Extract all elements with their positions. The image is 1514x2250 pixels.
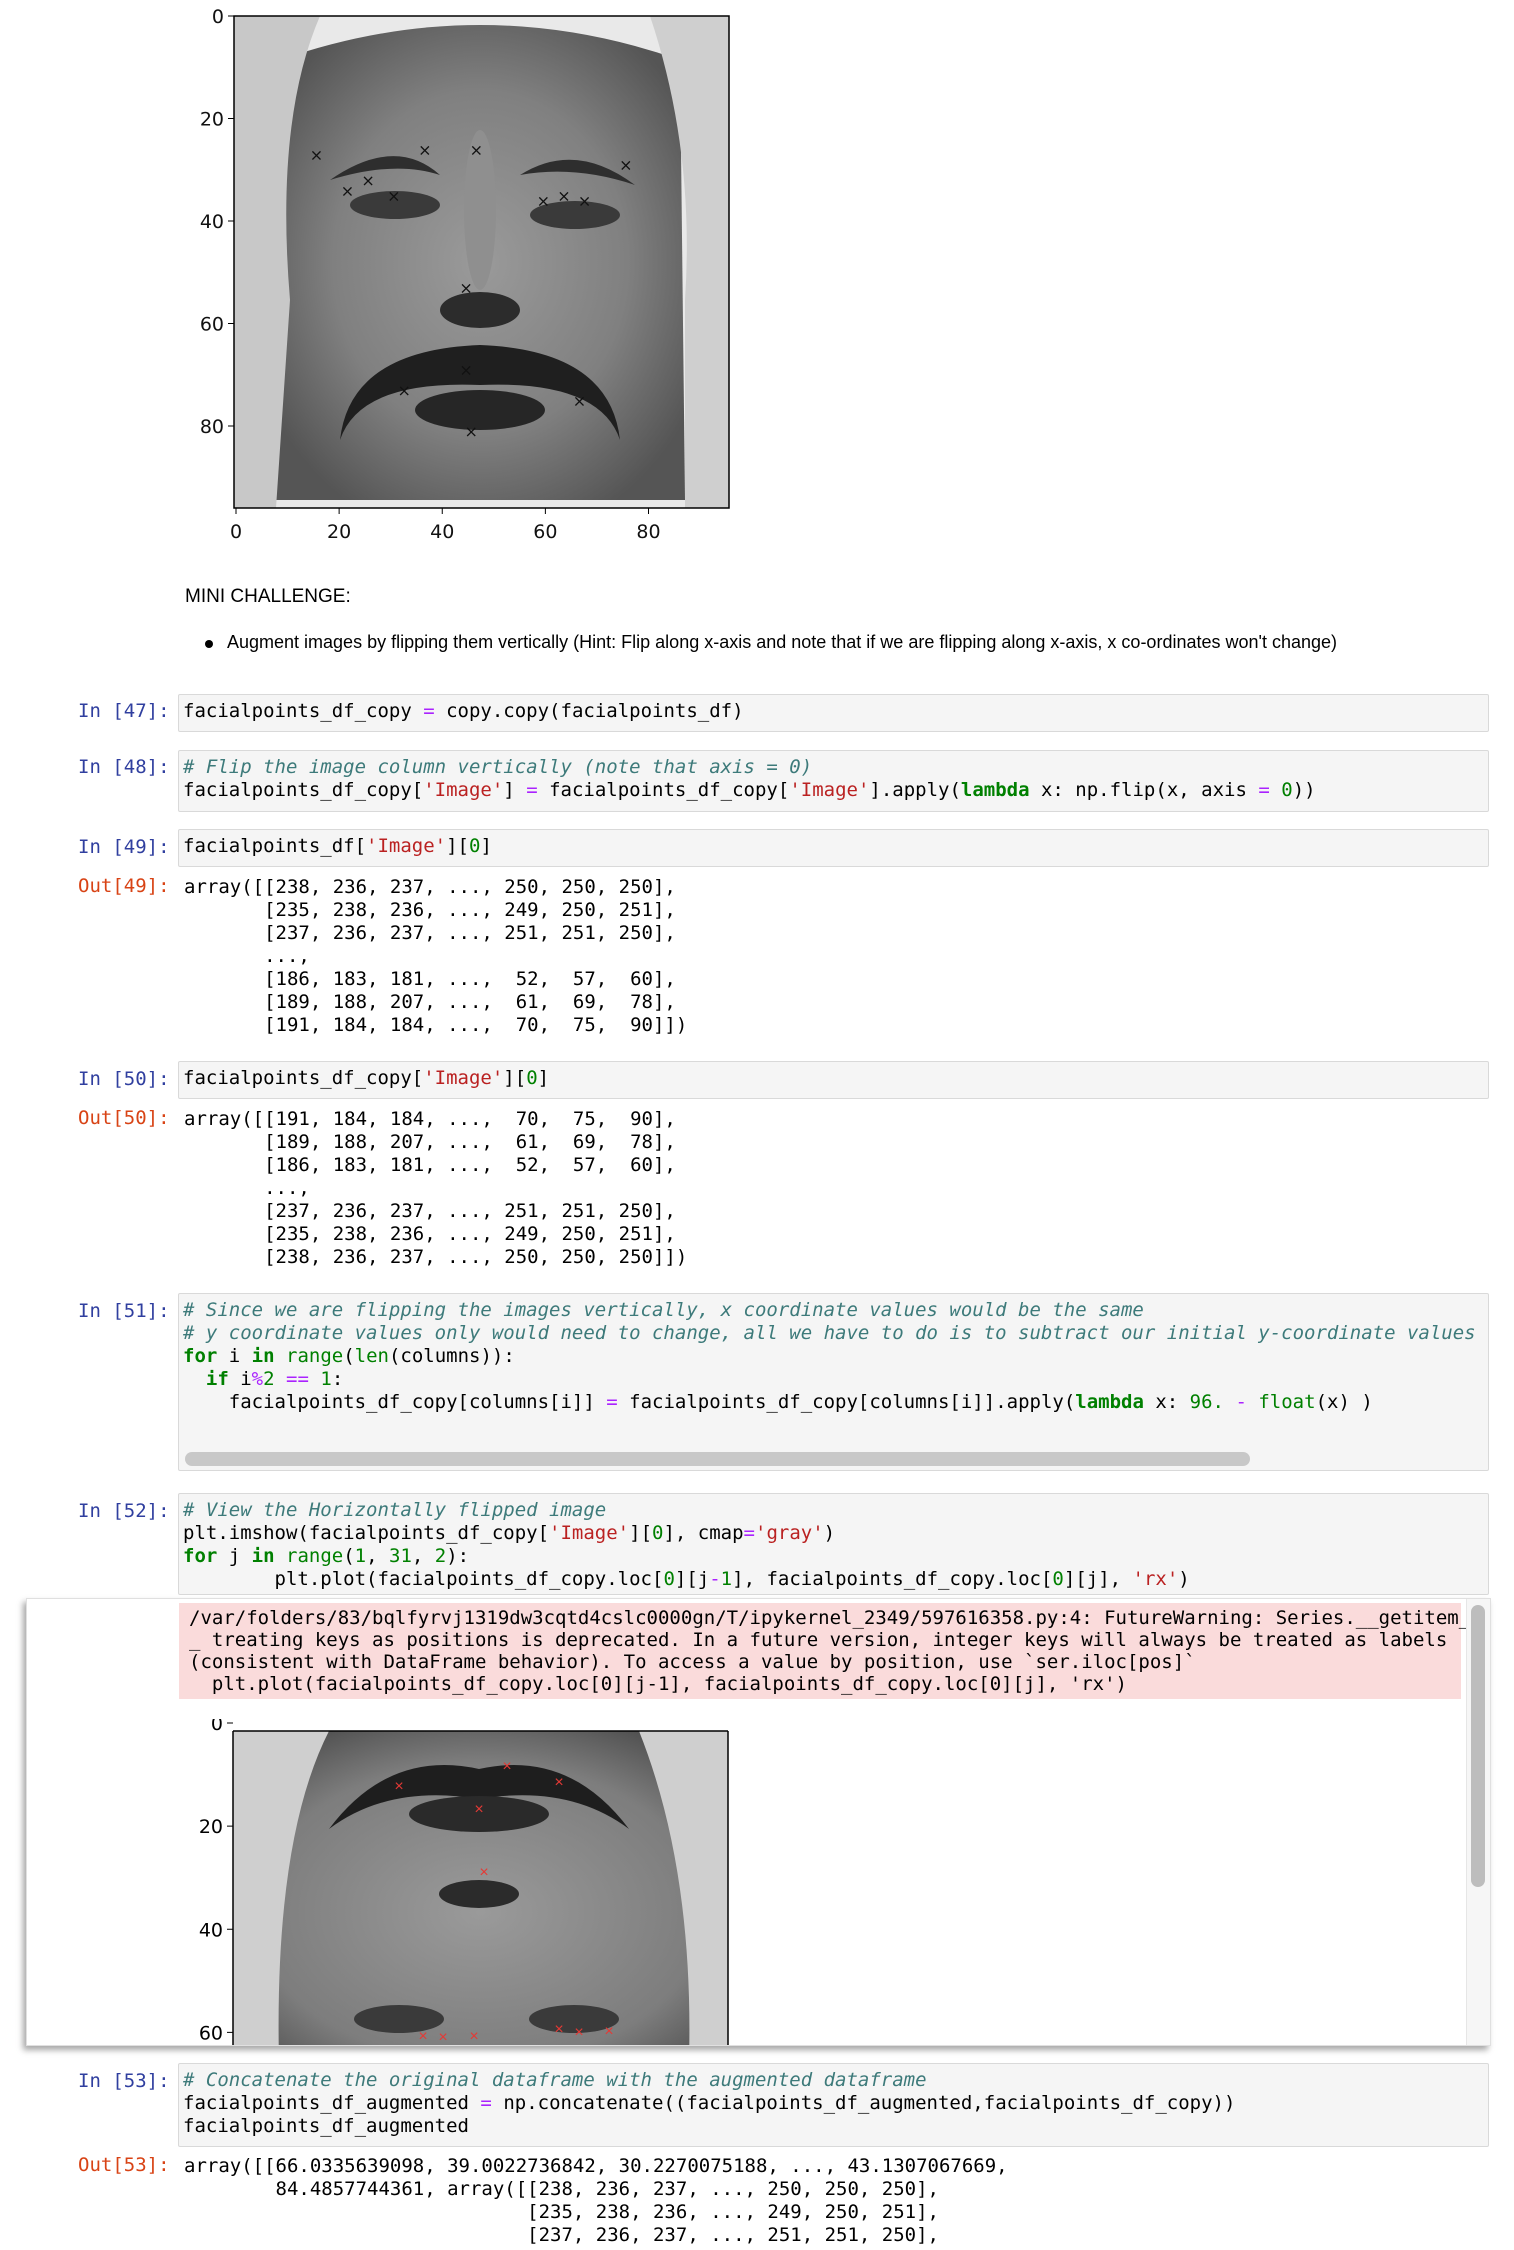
cell-51-horizontal-scrollbar[interactable]	[185, 1452, 1250, 1466]
y-tick-label: 40	[200, 211, 224, 233]
output-scroll-thumb[interactable]	[1471, 1605, 1485, 1887]
x-tick-label: 60	[533, 521, 557, 543]
cell-50-prompt: In [50]:	[78, 1068, 170, 1090]
y-tick-label: 20	[199, 1816, 223, 1838]
keypoint-marker: ×	[537, 192, 550, 211]
y-axis-ticks: 0 20 40 60 80	[200, 6, 234, 438]
keypoint-marker: ×	[397, 381, 410, 400]
face-keypoints-plot: 0 20 40 60 80 0 20 40 60 80 × × × × × × × × × × × × × × ×	[180, 0, 740, 560]
cell-50-output: array([[191, 184, 184, ..., 70, 75, 90],…	[184, 1108, 688, 1268]
cell-51-code[interactable]: # Since we are flipping the images verti…	[178, 1293, 1489, 1471]
keypoint-marker: ×	[361, 171, 374, 190]
cell-47-prompt: In [47]:	[78, 700, 170, 722]
x-axis-ticks: 0 20 40 60 80	[230, 508, 661, 543]
face-plot-svg: 0 20 40 60 80 0 20 40 60 80 × × × × × × × × × × × × × × ×	[200, 6, 730, 543]
keypoint-marker: ×	[479, 1864, 488, 1881]
flipped-plot-svg: 0 20 40 60 × × × × × × × × × × ×	[199, 1713, 729, 2046]
cell-53-output: array([[66.0335639098, 39.0022736842, 30…	[184, 2155, 1008, 2246]
keypoint-marker: ×	[387, 186, 400, 205]
cell-53-code[interactable]: # Concatenate the original dataframe wit…	[178, 2063, 1489, 2147]
keypoint-marker: ×	[573, 391, 586, 410]
cell-53-prompt: In [53]:	[78, 2070, 170, 2092]
keypoint-marker: ×	[470, 140, 483, 159]
keypoint-marker: ×	[574, 2024, 583, 2041]
cell-50-code[interactable]: facialpoints_df_copy['Image'][0]	[178, 1061, 1489, 1099]
cell-49-out-prompt: Out[49]:	[78, 875, 170, 897]
keypoint-marker: ×	[554, 2021, 563, 2038]
keypoint-marker: ×	[438, 2029, 447, 2046]
cell-52-output-scroll[interactable]: /var/folders/83/bqlfyrvj1319dw3cqtd4cslc…	[26, 1598, 1491, 2046]
future-warning: /var/folders/83/bqlfyrvj1319dw3cqtd4cslc…	[179, 1603, 1470, 1699]
output-vertical-scrollbar[interactable]	[1466, 1599, 1490, 2045]
cell-52-code[interactable]: # View the Horizontally flipped image pl…	[178, 1493, 1489, 1595]
cell-49-output: array([[238, 236, 237, ..., 250, 250, 25…	[184, 876, 688, 1036]
keypoint-marker: ×	[459, 279, 472, 298]
y-tick-label: 60	[200, 314, 224, 336]
y-tick-label: 20	[200, 109, 224, 131]
x-tick-label: 0	[230, 521, 242, 543]
keypoint-marker: ×	[418, 2028, 427, 2045]
keypoint-marker: ×	[557, 186, 570, 205]
keypoint-marker: ×	[604, 2023, 613, 2040]
x-tick-label: 20	[327, 521, 351, 543]
y-tick-label: 0	[212, 6, 224, 28]
y-tick-label: 80	[200, 416, 224, 438]
cell-53-out-prompt: Out[53]:	[78, 2154, 170, 2176]
cell-49-prompt: In [49]:	[78, 836, 170, 858]
keypoint-marker: ×	[474, 1801, 483, 1818]
x-tick-label: 40	[430, 521, 454, 543]
keypoint-marker: ×	[619, 156, 632, 175]
bullet-dot	[205, 640, 213, 648]
keypoint-marker: ×	[464, 422, 477, 441]
keypoint-marker: ×	[469, 2028, 478, 2045]
cell-48-code[interactable]: # Flip the image column vertically (note…	[178, 750, 1489, 812]
keypoint-marker: ×	[502, 1758, 511, 1775]
cell-49-code[interactable]: facialpoints_df['Image'][0]	[178, 829, 1489, 867]
keypoint-marker: ×	[310, 145, 323, 164]
keypoint-marker: ×	[341, 181, 354, 200]
keypoint-marker: ×	[394, 1778, 403, 1795]
keypoint-marker: ×	[578, 192, 591, 211]
keypoint-marker: ×	[459, 361, 472, 380]
keypoint-marker: ×	[554, 1774, 563, 1791]
cell-50-out-prompt: Out[50]:	[78, 1107, 170, 1129]
x-tick-label: 80	[636, 521, 660, 543]
mini-challenge-bullet: Augment images by flipping them vertical…	[205, 632, 1337, 653]
y-tick-label: 0	[211, 1719, 223, 1735]
bullet-text: Augment images by flipping them vertical…	[227, 632, 1337, 652]
cell-51-prompt: In [51]:	[78, 1300, 170, 1322]
cell-52-prompt: In [52]:	[78, 1500, 170, 1522]
flipped-y-axis-ticks: 0 20 40 60	[199, 1713, 233, 2044]
flipped-face-plot: 0 20 40 60 × × × × × × × × × × ×	[179, 1713, 779, 2046]
keypoint-marker: ×	[418, 140, 431, 159]
y-tick-label: 60	[199, 2022, 223, 2044]
cell-47-code[interactable]: facialpoints_df_copy = copy.copy(facialp…	[178, 694, 1489, 732]
y-tick-label: 40	[199, 1919, 223, 1941]
cell-48-prompt: In [48]:	[78, 756, 170, 778]
mini-challenge-title: MINI CHALLENGE:	[185, 586, 351, 607]
